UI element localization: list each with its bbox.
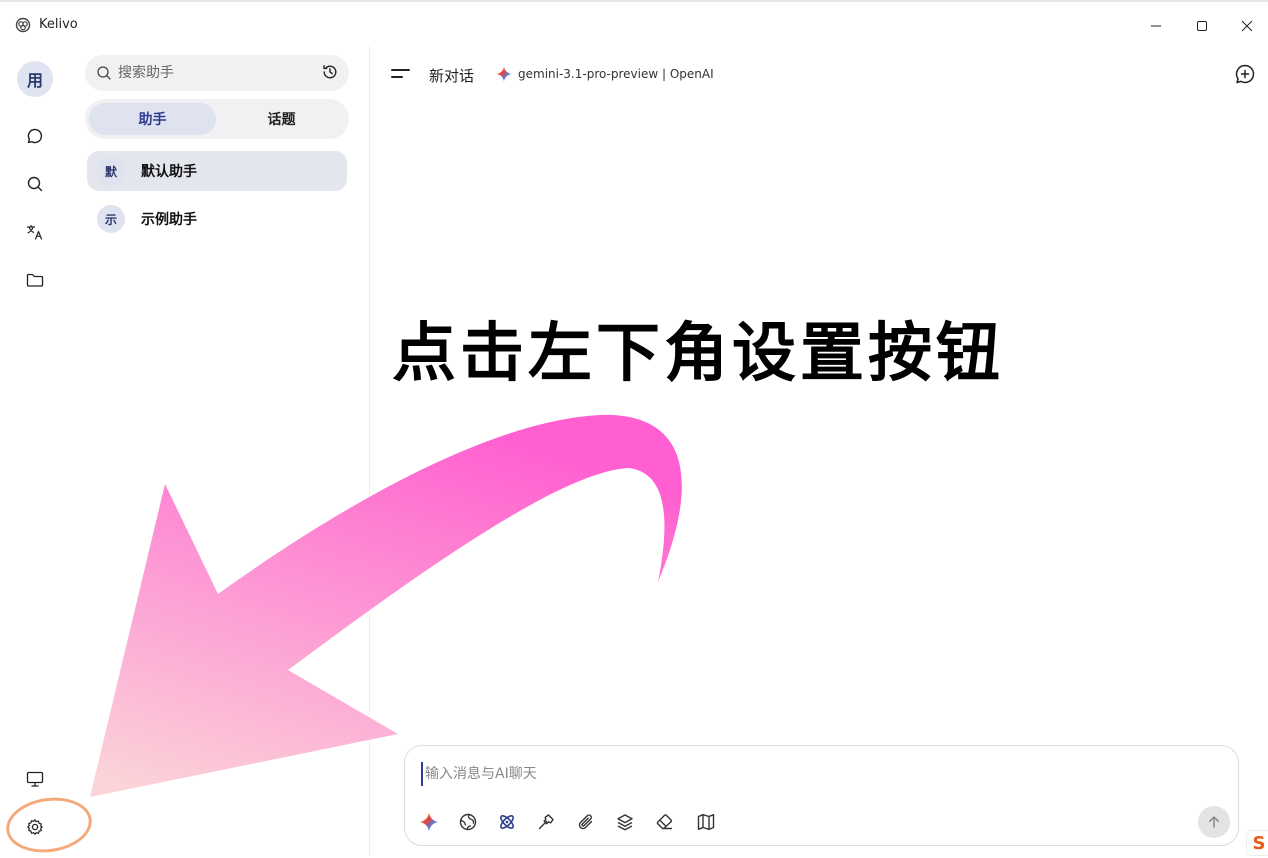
sidebar-tabs: 助手 话题 — [85, 99, 349, 139]
assistant-search-input[interactable] — [118, 55, 308, 91]
translate-nav-button[interactable] — [23, 220, 47, 244]
tray-badge: S — [1246, 830, 1268, 856]
tab-assistants[interactable]: 助手 — [89, 103, 216, 135]
search-nav-button[interactable] — [23, 172, 47, 196]
left-rail: 用 — [0, 46, 70, 856]
web-search-button[interactable] — [456, 810, 480, 834]
assistant-name: 默认助手 — [141, 164, 197, 180]
folder-icon — [26, 273, 44, 287]
assistant-avatar: 默 — [97, 157, 125, 185]
assistant-item-example[interactable]: 示 示例助手 — [87, 199, 347, 239]
user-avatar[interactable]: 用 — [17, 61, 53, 97]
atom-icon — [500, 815, 514, 829]
assistant-search-box — [85, 55, 349, 91]
app-window: Kelivo 用 搜索助手 助手 话题 默 默认助手 示 示例助手 新对话 ge… — [0, 0, 1268, 858]
search-icon — [97, 66, 111, 80]
app-title: Kelivo — [39, 17, 78, 32]
new-chat-icon[interactable] — [1234, 63, 1256, 85]
minimize-button[interactable] — [1141, 12, 1171, 40]
layers-icon — [617, 814, 633, 831]
paperclip-icon — [578, 814, 593, 830]
hammer-icon — [538, 814, 554, 830]
assistant-item-default[interactable]: 默 默认助手 — [87, 151, 347, 191]
layers-button[interactable] — [613, 810, 637, 834]
maximize-icon — [1197, 21, 1207, 31]
clear-context-button[interactable] — [653, 810, 677, 834]
attach-button[interactable] — [574, 810, 598, 834]
assistant-sidebar: 助手 话题 默 默认助手 示 示例助手 — [70, 46, 370, 856]
sparkle-icon — [419, 812, 439, 832]
title-bar: Kelivo — [0, 4, 1268, 46]
chat-main: 新对话 gemini-3.1-pro-preview | OpenAI — [371, 46, 1268, 856]
close-button[interactable] — [1232, 12, 1262, 40]
message-composer — [404, 745, 1239, 846]
globe-icon — [459, 813, 477, 831]
tab-topics[interactable]: 话题 — [218, 103, 345, 135]
arrow-up-icon — [1209, 816, 1219, 828]
app-logo-icon — [15, 17, 31, 33]
eraser-icon — [656, 814, 673, 830]
conversation-title: 新对话 — [429, 67, 475, 85]
menu-icon[interactable] — [391, 66, 411, 82]
model-sparkle-button[interactable] — [417, 810, 441, 834]
history-icon[interactable] — [321, 63, 339, 81]
tools-button[interactable] — [534, 810, 558, 834]
map-icon — [697, 814, 715, 830]
chat-icon — [27, 128, 43, 144]
display-icon — [26, 771, 44, 787]
search-icon — [27, 176, 43, 192]
instruction-overlay: 点击左下角设置按钮 — [392, 317, 1004, 391]
send-button[interactable] — [1198, 806, 1230, 838]
folder-nav-button[interactable] — [23, 268, 47, 292]
map-button[interactable] — [694, 810, 718, 834]
minimize-icon — [1151, 25, 1161, 27]
reasoning-button[interactable] — [495, 810, 519, 834]
chat-nav-button[interactable] — [23, 124, 47, 148]
gemini-sparkle-icon — [496, 66, 512, 82]
assistant-avatar: 示 — [97, 205, 125, 233]
close-icon — [1241, 20, 1253, 32]
display-nav-button[interactable] — [23, 767, 47, 791]
assistant-name: 示例助手 — [141, 212, 197, 228]
model-selector[interactable]: gemini-3.1-pro-preview | OpenAI — [518, 67, 714, 81]
translate-icon — [26, 224, 43, 240]
message-input[interactable] — [421, 762, 1181, 786]
maximize-button[interactable] — [1187, 12, 1217, 40]
